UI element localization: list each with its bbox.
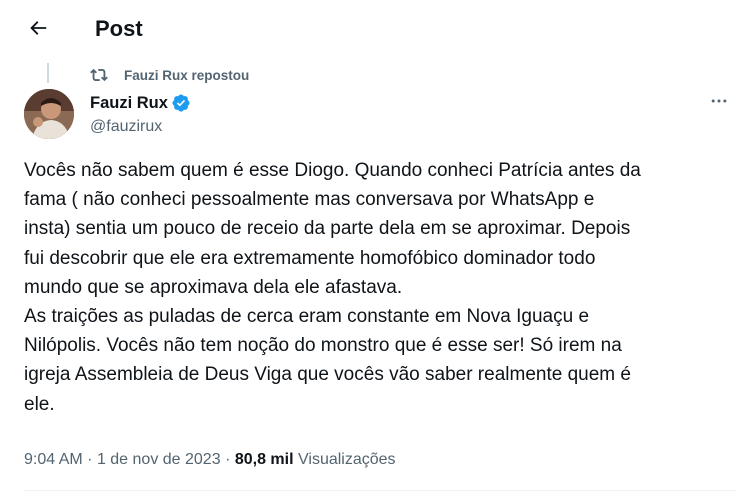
meta-separator: · [87, 451, 93, 468]
views-label: Visualizações [298, 451, 396, 468]
author-handle[interactable]: @fauzirux [90, 118, 162, 136]
divider [24, 490, 736, 491]
tweet-line: insta) sentia um pouco de receio da part… [24, 218, 631, 240]
tweet-line: fama ( não conheci pessoalmente mas conv… [24, 189, 595, 211]
tweet-line: Vocês não sabem quem é esse Diogo. Quand… [24, 160, 641, 181]
repost-icon [90, 66, 108, 84]
tweet-line: Nilópolis. Vocês não tem noção do monstr… [24, 335, 622, 357]
back-button[interactable] [20, 12, 56, 48]
more-icon [709, 91, 729, 116]
page-title: Post [95, 16, 143, 41]
tweet-time[interactable]: 9:04 AM [24, 451, 83, 468]
tweet-line: igreja Assembleia de Deus Viga que vocês… [24, 364, 631, 386]
meta-separator: · [225, 451, 231, 468]
author-name[interactable]: Fauzi Rux [90, 94, 168, 113]
tweet-line: ele. [24, 393, 55, 415]
tweet-metadata: 9:04 AM · 1 de nov de 2023 · 80,8 mil Vi… [24, 451, 396, 473]
tweet-line: fui descobrir que ele era extremamente h… [24, 247, 596, 269]
top-bar: Post [0, 0, 754, 60]
author-name-row[interactable]: Fauzi Rux [90, 93, 191, 113]
tweet-date[interactable]: 1 de nov de 2023 [97, 451, 221, 468]
more-options-button[interactable] [702, 90, 736, 116]
tweet-line: As traições as puladas de cerca eram con… [24, 306, 590, 328]
repost-indicator[interactable]: Fauzi Rux repostou [90, 66, 249, 84]
tweet-text: Vocês não sabem quem é esse Diogo. Quand… [24, 156, 736, 419]
thread-connector [47, 63, 49, 83]
arrow-left-icon [27, 17, 49, 44]
views-count: 80,8 mil [234, 451, 294, 468]
tweet-line: mundo que se aproximava dela ele afastav… [24, 276, 403, 298]
repost-label: Fauzi Rux repostou [124, 67, 250, 83]
verified-badge-icon[interactable] [171, 93, 191, 113]
avatar[interactable] [24, 89, 74, 139]
